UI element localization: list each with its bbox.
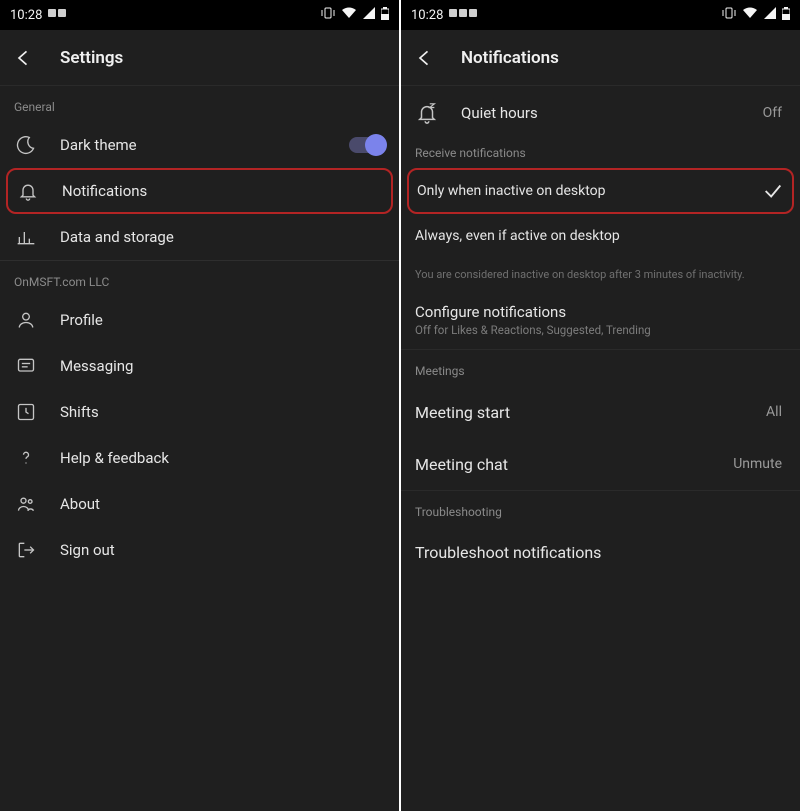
app-bar: Settings xyxy=(0,30,399,86)
wifi-icon xyxy=(742,7,758,23)
shifts-row[interactable]: Shifts xyxy=(0,389,399,435)
dark-theme-label: Dark theme xyxy=(60,136,327,154)
sign-out-row[interactable]: Sign out xyxy=(0,527,399,573)
section-general: General xyxy=(0,86,399,122)
clock-icon xyxy=(14,402,38,422)
about-label: About xyxy=(60,495,385,513)
status-icon-group xyxy=(449,7,485,23)
help-icon xyxy=(14,448,38,468)
help-row[interactable]: Help & feedback xyxy=(0,435,399,481)
troubleshoot-row[interactable]: Troubleshoot notifications xyxy=(401,527,800,577)
messaging-label: Messaging xyxy=(60,357,385,375)
app-bar: Notifications xyxy=(401,30,800,86)
quiet-hours-row[interactable]: Quiet hours Off xyxy=(401,86,800,140)
check-icon xyxy=(762,180,784,202)
status-bar: 10:28 xyxy=(401,0,800,30)
vibrate-icon xyxy=(321,7,335,23)
meeting-chat-label: Meeting chat xyxy=(415,455,711,474)
sign-out-label: Sign out xyxy=(60,541,385,559)
data-storage-row[interactable]: Data and storage xyxy=(0,214,399,260)
quiet-hours-label: Quiet hours xyxy=(461,104,538,122)
bell-icon xyxy=(16,181,40,201)
meeting-start-row[interactable]: Meeting start All xyxy=(401,386,800,438)
configure-sublabel: Off for Likes & Reactions, Suggested, Tr… xyxy=(415,323,651,337)
status-time: 10:28 xyxy=(10,8,42,23)
messaging-row[interactable]: Messaging xyxy=(0,343,399,389)
wifi-icon xyxy=(341,7,357,23)
meeting-chat-value: Unmute xyxy=(733,456,782,472)
signout-icon xyxy=(14,540,38,560)
quiet-hours-icon xyxy=(415,102,439,124)
meetings-group: Meetings Meeting start All Meeting chat … xyxy=(401,350,800,491)
person-icon xyxy=(14,310,38,330)
always-row[interactable]: Always, even if active on desktop xyxy=(401,214,800,258)
section-troubleshooting: Troubleshooting xyxy=(401,491,800,527)
back-button[interactable] xyxy=(14,48,34,68)
help-label: Help & feedback xyxy=(60,449,385,467)
meeting-chat-row[interactable]: Meeting chat Unmute xyxy=(401,438,800,490)
profile-row[interactable]: Profile xyxy=(0,297,399,343)
section-org: OnMSFT.com LLC xyxy=(0,261,399,297)
shifts-label: Shifts xyxy=(60,403,385,421)
only-inactive-row[interactable]: Only when inactive on desktop xyxy=(407,168,794,214)
teams-icon xyxy=(14,494,38,514)
section-meetings: Meetings xyxy=(401,350,800,386)
chat-icon xyxy=(14,356,38,376)
configure-row[interactable]: Configure notifications Off for Likes & … xyxy=(401,291,800,349)
receive-group: Receive notifications Only when inactive… xyxy=(401,140,800,350)
about-row[interactable]: About xyxy=(0,481,399,527)
left-screen: 10:28 Settings General xyxy=(0,0,399,811)
status-bar: 10:28 xyxy=(0,0,399,30)
page-title: Settings xyxy=(60,48,123,68)
notifications-label: Notifications xyxy=(62,182,383,200)
meeting-start-value: All xyxy=(766,404,782,420)
dark-theme-row[interactable]: Dark theme xyxy=(0,122,399,168)
dark-theme-toggle[interactable] xyxy=(349,137,385,153)
right-screen: 10:28 Notifications xyxy=(401,0,800,811)
troubleshoot-label: Troubleshoot notifications xyxy=(415,543,786,562)
notifications-row[interactable]: Notifications xyxy=(6,168,393,214)
signal-icon xyxy=(764,7,776,23)
section-receive: Receive notifications xyxy=(401,140,800,168)
always-label: Always, even if active on desktop xyxy=(415,228,786,244)
vibrate-icon xyxy=(722,7,736,23)
battery-icon xyxy=(381,7,389,24)
profile-label: Profile xyxy=(60,311,385,329)
status-time: 10:28 xyxy=(411,8,443,23)
configure-label: Configure notifications xyxy=(415,303,566,321)
status-icon-group xyxy=(48,7,76,23)
page-title: Notifications xyxy=(461,48,559,68)
troubleshooting-group: Troubleshooting Troubleshoot notificatio… xyxy=(401,491,800,577)
moon-icon xyxy=(14,135,38,155)
inactive-note: You are considered inactive on desktop a… xyxy=(401,258,800,291)
meeting-start-label: Meeting start xyxy=(415,403,744,422)
data-storage-label: Data and storage xyxy=(60,228,385,246)
battery-icon xyxy=(782,7,790,24)
only-inactive-label: Only when inactive on desktop xyxy=(417,183,740,199)
quiet-hours-value: Off xyxy=(763,105,782,121)
bars-icon xyxy=(14,227,38,247)
signal-icon xyxy=(363,7,375,23)
back-button[interactable] xyxy=(415,48,435,68)
